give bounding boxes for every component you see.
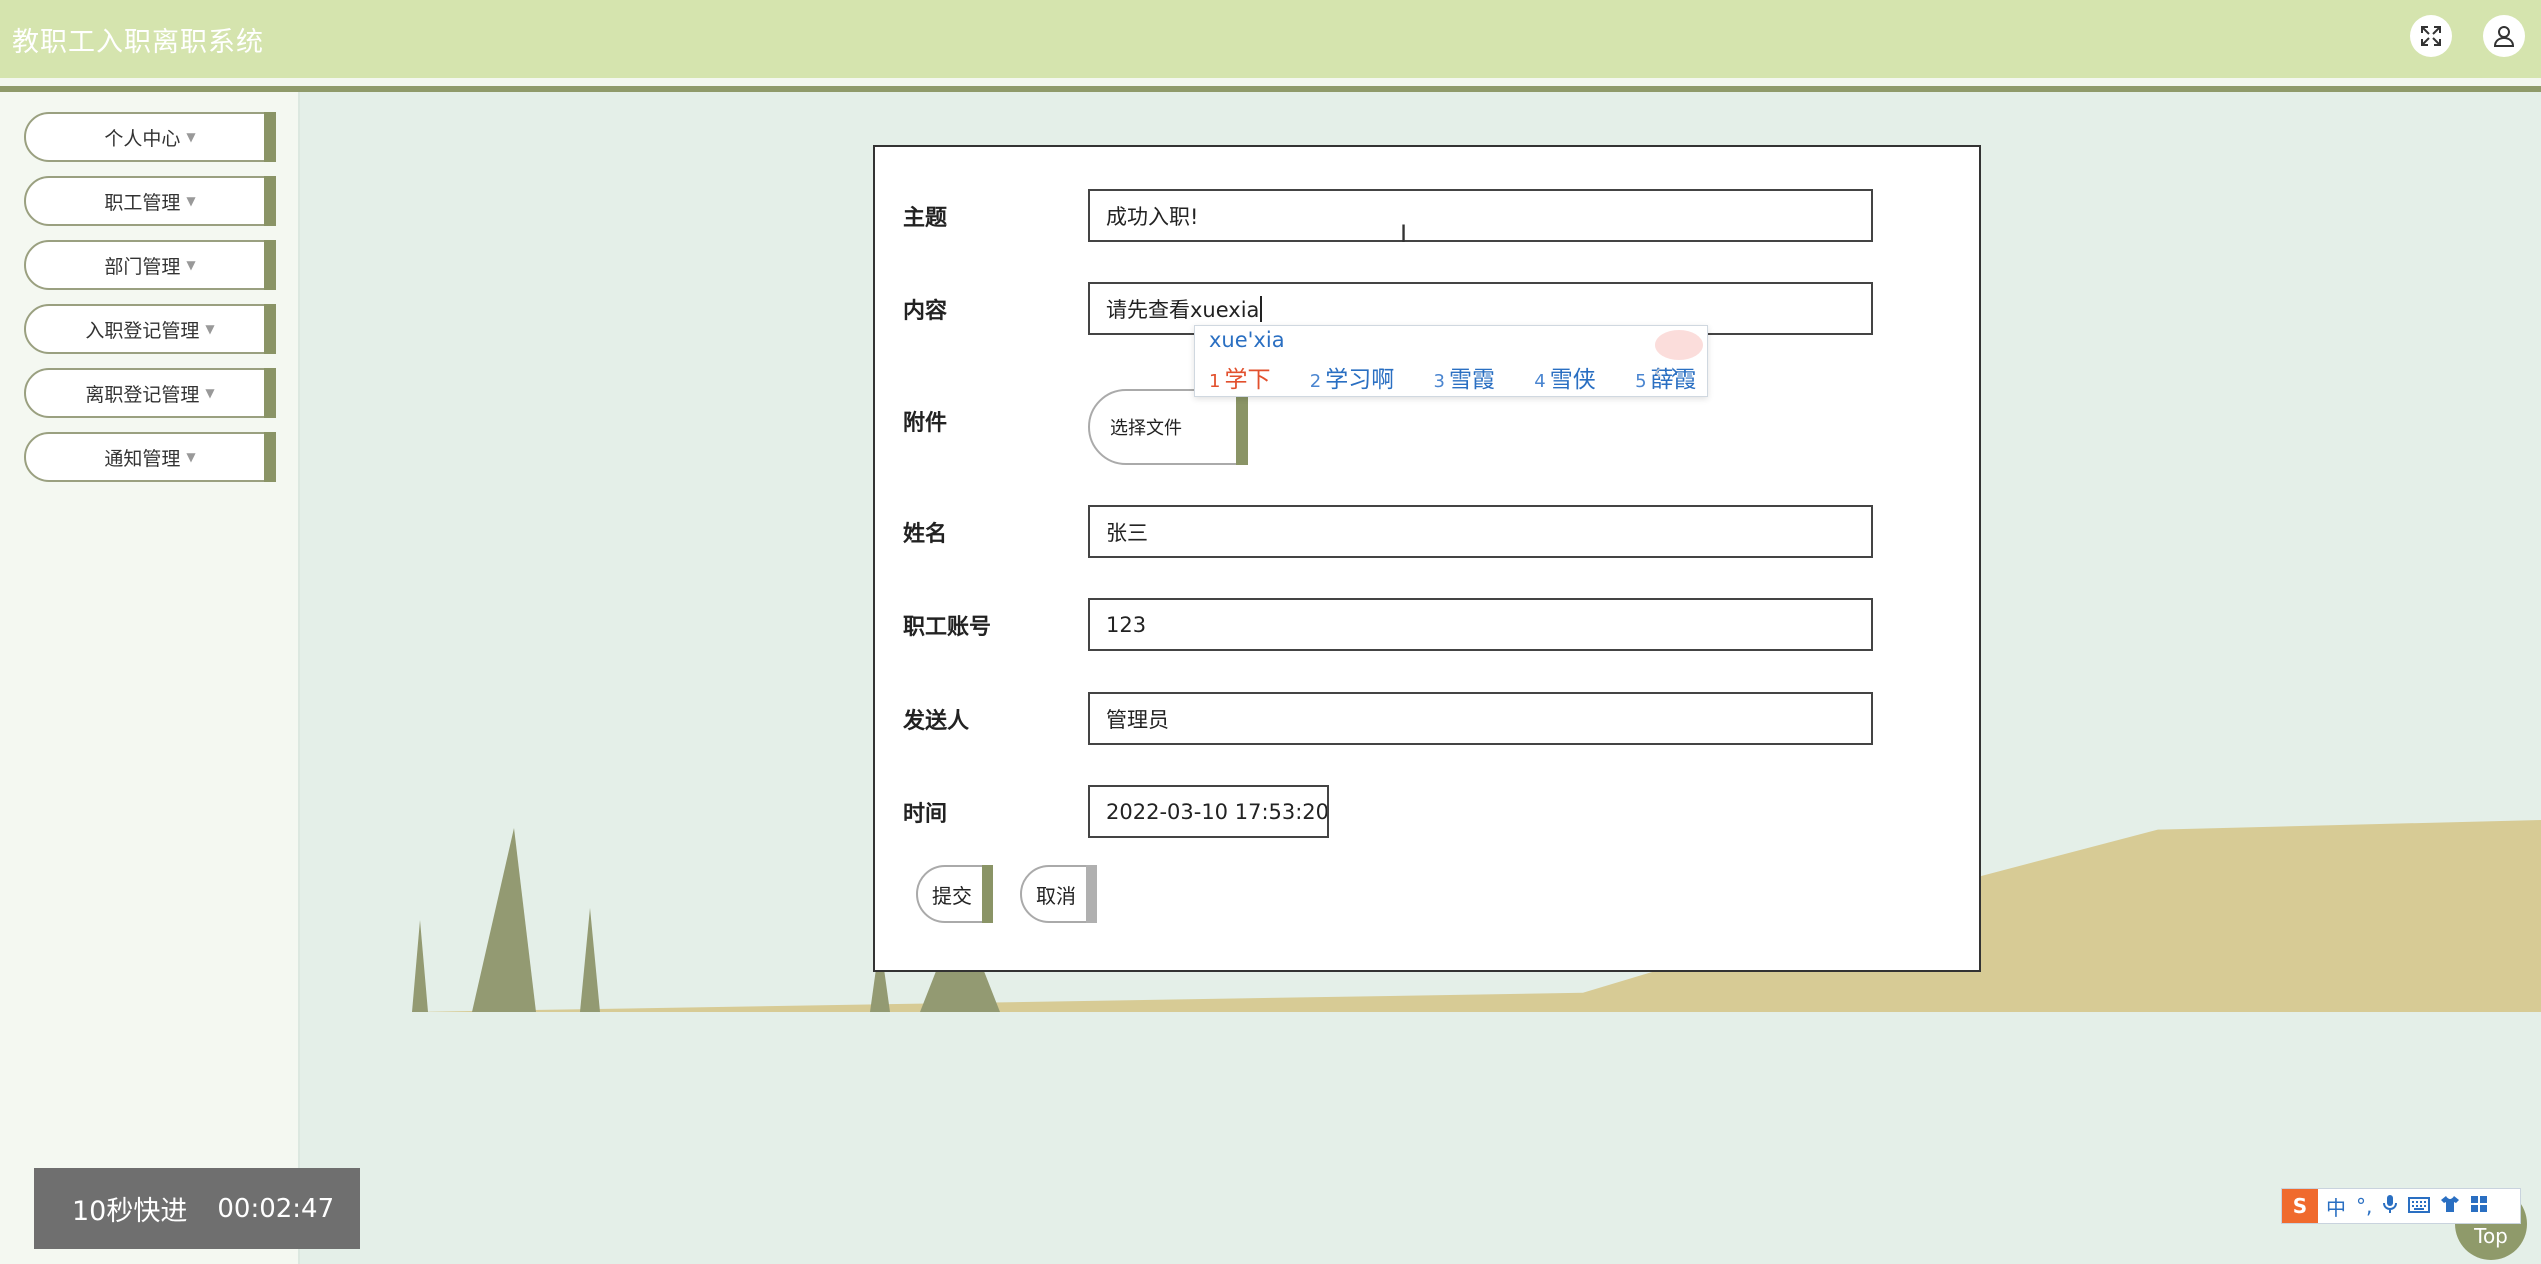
text-caret (1260, 295, 1263, 322)
sidebar-item-label: 入职登记管理 (85, 319, 200, 342)
caret-down-icon: ▼ (205, 386, 215, 400)
name-label: 姓名 (903, 522, 948, 547)
caret-down-icon: ▼ (186, 450, 196, 464)
header-gap (0, 78, 2541, 86)
ime-logo-icon (1655, 330, 1703, 360)
subject-label: 主题 (903, 206, 948, 231)
sidebar-item-resignation[interactable]: 离职登记管理 ▼ (24, 368, 276, 418)
account-label: 职工账号 (903, 615, 992, 640)
ime-status-bar: S 中 °, (2281, 1188, 2521, 1224)
sidebar-item-label: 通知管理 (104, 447, 181, 470)
attachment-label: 附件 (903, 411, 948, 436)
caret-down-icon: ▼ (186, 258, 196, 272)
ime-punctuation-toggle[interactable]: °, (2356, 1194, 2372, 1218)
toolbox-icon[interactable] (2470, 1194, 2488, 1218)
caret-down-icon: ▼ (186, 130, 196, 144)
choose-file-button[interactable]: 选择文件 (1088, 389, 1248, 465)
content-value: 请先查看xuexia (1106, 297, 1260, 322)
ime-paging: ‹ › (1653, 360, 1679, 385)
ime-next-button[interactable]: › (1670, 360, 1679, 385)
sidebar-item-department[interactable]: 部门管理 ▼ (24, 240, 276, 290)
sidebar: 个人中心 ▼ 职工管理 ▼ 部门管理 ▼ 入职登记管理 ▼ 离职登记管理 ▼ 通知管理 ▼ (0, 92, 300, 1264)
name-input[interactable]: 张三 (1088, 505, 1873, 558)
sidebar-item-label: 个人中心 (104, 127, 181, 150)
user-icon (2493, 26, 2515, 47)
cancel-button[interactable]: 取消 (1020, 865, 1097, 923)
ime-candidate[interactable]: 1 学下 (1209, 367, 1286, 393)
skin-icon[interactable] (2440, 1194, 2460, 1218)
account-input[interactable]: 123 (1088, 598, 1873, 651)
sender-input[interactable]: 管理员 (1088, 692, 1873, 745)
submit-button[interactable]: 提交 (916, 865, 993, 923)
ime-prev-button[interactable]: ‹ (1653, 360, 1662, 385)
ime-composition: xue'xia (1209, 328, 1285, 352)
microphone-icon[interactable] (2382, 1194, 2398, 1219)
content-label: 内容 (903, 299, 948, 324)
ime-candidate[interactable]: 3 雪霞 (1434, 367, 1511, 393)
sidebar-item-notification[interactable]: 通知管理 ▼ (24, 432, 276, 482)
caret-down-icon: ▼ (205, 322, 215, 336)
ime-mode-toggle[interactable]: 中 (2326, 1192, 2346, 1221)
notification-form: 主题 成功入职! 内容 请先查看xuexia 附件 选择文件 姓名 张三 职工账… (873, 145, 1981, 972)
ime-candidate-window: xue'xia 1 学下 2 学习啊 3 雪霞 4 雪侠 5 薛霞 ‹ › (1194, 325, 1708, 397)
app-title: 教职工入职离职系统 (12, 27, 264, 58)
text-cursor-icon: I (1400, 220, 1408, 248)
sidebar-item-personal-center[interactable]: 个人中心 ▼ (24, 112, 276, 162)
expand-icon (2421, 26, 2441, 46)
caret-down-icon: ▼ (186, 194, 196, 208)
header-divider (0, 86, 2541, 92)
skip-label: 10秒快进 (72, 1196, 188, 1227)
time-input[interactable]: 2022-03-10 17:53:20 (1088, 785, 1329, 838)
sidebar-item-label: 职工管理 (104, 191, 181, 214)
subject-input[interactable]: 成功入职! (1088, 189, 1873, 242)
sidebar-item-onboarding[interactable]: 入职登记管理 ▼ (24, 304, 276, 354)
video-skip-overlay[interactable]: 10秒快进 00:02:47 (34, 1168, 360, 1249)
fullscreen-button[interactable] (2410, 15, 2452, 57)
sidebar-item-label: 部门管理 (104, 255, 181, 278)
keyboard-icon[interactable] (2408, 1194, 2431, 1218)
ime-candidate[interactable]: 2 学习啊 (1310, 367, 1410, 393)
tree-decoration (412, 828, 600, 1012)
ime-candidate[interactable]: 4 雪侠 (1534, 367, 1611, 393)
ime-candidates: 1 学下 2 学习啊 3 雪霞 4 雪侠 5 薛霞 (1209, 360, 1729, 394)
user-button[interactable] (2483, 15, 2525, 57)
time-label: 时间 (903, 802, 948, 827)
sidebar-item-label: 离职登记管理 (85, 383, 200, 406)
sidebar-item-staff[interactable]: 职工管理 ▼ (24, 176, 276, 226)
sogou-logo-icon[interactable]: S (2282, 1189, 2318, 1223)
app-header: 教职工入职离职系统 (0, 0, 2541, 78)
playback-time: 00:02:47 (217, 1193, 335, 1224)
sender-label: 发送人 (903, 709, 970, 734)
